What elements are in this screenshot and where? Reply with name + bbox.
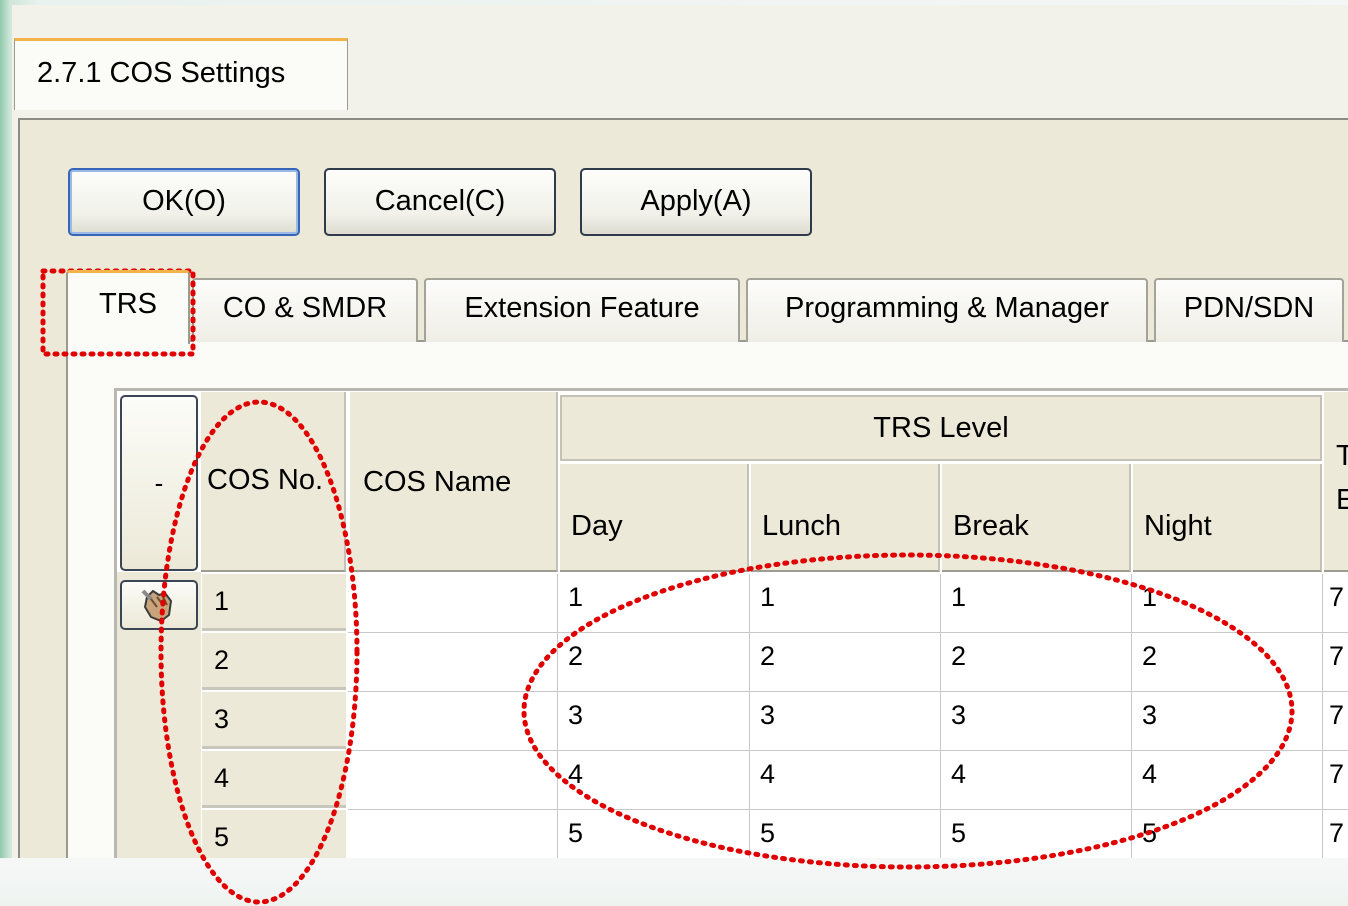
cell-value: 2 <box>568 641 584 671</box>
night-header-label: Night <box>1144 510 1212 542</box>
cancel-button[interactable]: Cancel(C) <box>324 168 556 236</box>
column-header-break[interactable]: Break <box>942 464 1131 572</box>
day-cell[interactable]: 1 <box>558 574 750 633</box>
day-cell[interactable]: 5 <box>558 810 750 858</box>
cell-value: 1 <box>568 582 584 612</box>
column-header-night[interactable]: Night <box>1133 464 1322 572</box>
cell-value: 2 <box>951 641 967 671</box>
row-number: 3 <box>202 692 346 749</box>
tab-extension-feature[interactable]: Extension Feature <box>424 278 740 342</box>
break-cell[interactable]: 5 <box>941 810 1132 858</box>
cell-value: 4 <box>951 759 967 789</box>
cell-value: 5 <box>951 818 967 848</box>
truncated-cell[interactable]: 7 <box>1323 574 1348 633</box>
cell-value: 3 <box>1142 700 1158 730</box>
row-number-label: 1 <box>214 586 230 616</box>
hand-pointer-icon <box>141 589 173 623</box>
tab-pdn-sdn[interactable]: PDN/SDN <box>1154 278 1344 342</box>
lunch-cell[interactable]: 1 <box>750 574 941 633</box>
night-cell[interactable]: 2 <box>1132 633 1323 692</box>
column-header-cos-no[interactable]: COS No. <box>201 392 346 572</box>
cell-value: 1 <box>951 582 967 612</box>
lunch-cell[interactable]: 3 <box>750 692 941 751</box>
truncated-cell[interactable]: 7 <box>1323 633 1348 692</box>
cos-no-header-label: COS No. <box>207 464 324 496</box>
break-cell[interactable]: 2 <box>941 633 1132 692</box>
cos-name-cell[interactable] <box>348 692 558 751</box>
cell-value: 7 <box>1329 759 1345 789</box>
cell-value: 3 <box>951 700 967 730</box>
tab-co-smdr[interactable]: CO & SMDR <box>192 278 418 342</box>
truncated-header-bottom: E <box>1336 484 1348 516</box>
row-number: 1 <box>202 574 346 631</box>
tab-programming-manager[interactable]: Programming & Manager <box>746 278 1148 342</box>
cell-value: 3 <box>568 700 584 730</box>
cell-value: 5 <box>568 818 584 848</box>
cell-value: 4 <box>1142 759 1158 789</box>
cell-value: 5 <box>1142 818 1158 848</box>
cell-value: 1 <box>760 582 776 612</box>
truncated-cell[interactable]: 7 <box>1323 692 1348 751</box>
cos-name-cell[interactable] <box>348 633 558 692</box>
night-cell[interactable]: 1 <box>1132 574 1323 633</box>
window-title: 2.7.1 COS Settings <box>37 57 286 89</box>
cell-value: 4 <box>568 759 584 789</box>
row-number: 4 <box>202 751 346 808</box>
cos-name-cell[interactable] <box>348 574 558 633</box>
apply-button[interactable]: Apply(A) <box>580 168 812 236</box>
cell-value: 3 <box>760 700 776 730</box>
day-cell[interactable]: 3 <box>558 692 750 751</box>
cell-value: 2 <box>760 641 776 671</box>
lunch-header-label: Lunch <box>762 510 842 542</box>
break-cell[interactable]: 1 <box>941 574 1132 633</box>
window-title-tab[interactable]: 2.7.1 COS Settings <box>14 38 348 110</box>
column-header-truncated[interactable]: T E <box>1324 392 1348 572</box>
ok-button[interactable]: OK(O) <box>68 168 300 236</box>
cell-value: 7 <box>1329 641 1345 671</box>
cos-name-cell[interactable] <box>348 810 558 858</box>
row-selector-button[interactable] <box>120 580 198 630</box>
lunch-cell[interactable]: 4 <box>750 751 941 810</box>
row-number: 5 <box>202 810 346 858</box>
select-all-corner-button[interactable]: - <box>120 395 198 571</box>
column-group-trs-level: TRS Level <box>560 395 1322 461</box>
lunch-cell[interactable]: 5 <box>750 810 941 858</box>
truncated-cell[interactable]: 7 <box>1323 751 1348 810</box>
cell-value: 7 <box>1329 582 1345 612</box>
column-header-cos-name[interactable]: COS Name <box>350 392 558 572</box>
row-number: 2 <box>202 633 346 690</box>
tab-trs[interactable]: TRS <box>66 270 190 344</box>
day-header-label: Day <box>571 510 623 542</box>
lunch-cell[interactable]: 2 <box>750 633 941 692</box>
cell-value: 5 <box>760 818 776 848</box>
night-cell[interactable]: 3 <box>1132 692 1323 751</box>
column-header-day[interactable]: Day <box>560 464 749 572</box>
truncated-header-top: T <box>1336 440 1348 472</box>
column-header-lunch[interactable]: Lunch <box>751 464 940 572</box>
day-cell[interactable]: 2 <box>558 633 750 692</box>
cell-value: 1 <box>1142 582 1158 612</box>
cell-value: 7 <box>1329 818 1345 848</box>
row-number-label: 3 <box>214 704 230 734</box>
break-cell[interactable]: 4 <box>941 751 1132 810</box>
screenshot-bottom-edge <box>0 858 1348 906</box>
break-header-label: Break <box>953 510 1029 542</box>
cos-name-cell[interactable] <box>348 751 558 810</box>
night-cell[interactable]: 5 <box>1132 810 1323 858</box>
row-number-label: 4 <box>214 763 230 793</box>
truncated-cell[interactable]: 7 <box>1323 810 1348 858</box>
cell-value: 2 <box>1142 641 1158 671</box>
row-number-label: 2 <box>214 645 230 675</box>
break-cell[interactable]: 3 <box>941 692 1132 751</box>
cos-name-header-label: COS Name <box>363 466 512 498</box>
cell-value: 4 <box>760 759 776 789</box>
cell-value: 7 <box>1329 700 1345 730</box>
night-cell[interactable]: 4 <box>1132 751 1323 810</box>
row-number-label: 5 <box>214 822 230 852</box>
day-cell[interactable]: 4 <box>558 751 750 810</box>
